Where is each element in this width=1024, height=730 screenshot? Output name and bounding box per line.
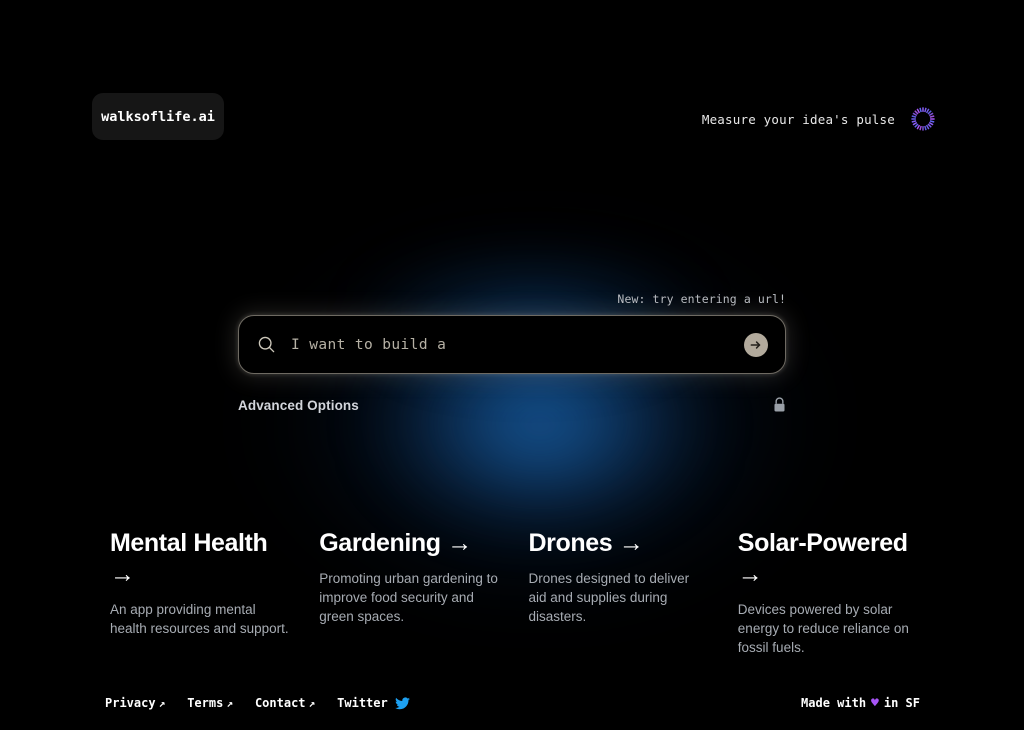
- advanced-options-row: Advanced Options: [238, 397, 786, 413]
- logo-badge[interactable]: walksoflife.ai: [92, 93, 224, 140]
- card-description: An app providing mental health resources…: [110, 602, 289, 637]
- made-with-suffix: in SF: [883, 696, 920, 710]
- arrow-right-icon: →: [618, 529, 644, 557]
- card-title: Gardening →: [319, 528, 498, 559]
- card-title-text: Drones: [528, 529, 613, 557]
- card-title: Solar-Powered →: [738, 528, 926, 590]
- suggestion-card[interactable]: Mental Health → An app providing mental …: [110, 528, 319, 657]
- submit-button[interactable]: [744, 332, 768, 357]
- logo-text: walksoflife.ai: [101, 108, 215, 125]
- tagline-text: Measure your idea's pulse: [701, 111, 895, 127]
- suggestion-cards: Mental Health → An app providing mental …: [110, 528, 926, 657]
- external-link-icon: ↗: [226, 696, 233, 710]
- new-feature-hint: New: try entering a url!: [617, 292, 786, 306]
- external-link-icon: ↗: [158, 696, 166, 710]
- made-with-prefix: Made with: [801, 696, 867, 710]
- pulse-burst-icon: [911, 107, 935, 131]
- suggestion-card[interactable]: Gardening → Promoting urban gardening to…: [319, 528, 528, 657]
- footer: Privacy ↗ Terms ↗ Contact ↗ Twitter Made…: [0, 690, 1024, 716]
- suggestion-card[interactable]: Drones → Drones designed to deliver aid …: [529, 528, 738, 657]
- footer-link-twitter[interactable]: Twitter: [337, 696, 410, 710]
- external-link-icon: ↗: [308, 696, 316, 710]
- card-title-text: Solar-Powered: [737, 529, 908, 557]
- advanced-options-button[interactable]: Advanced Options: [238, 398, 359, 413]
- footer-link-privacy[interactable]: Privacy ↗: [105, 696, 165, 710]
- card-description: Promoting urban gardening to improve foo…: [319, 571, 498, 625]
- card-title: Mental Health →: [110, 528, 289, 590]
- card-title-text: Mental Health: [110, 529, 268, 557]
- header: walksoflife.ai Measure your idea's pulse: [0, 0, 1024, 170]
- card-title-text: Gardening: [319, 529, 441, 557]
- card-description: Drones designed to deliver aid and suppl…: [528, 571, 690, 625]
- footer-link-label: Contact: [254, 696, 306, 710]
- card-title: Drones →: [529, 528, 708, 559]
- arrow-right-icon: →: [110, 560, 135, 588]
- tagline-group: Measure your idea's pulse: [702, 104, 938, 134]
- twitter-bird-icon: [394, 696, 410, 709]
- footer-link-label: Terms: [187, 696, 224, 710]
- suggestion-card[interactable]: Solar-Powered → Devices powered by solar…: [738, 528, 926, 657]
- hero-section: New: try entering a url! Advanced Option…: [238, 292, 786, 413]
- search-bar[interactable]: [238, 315, 786, 374]
- footer-links: Privacy ↗ Terms ↗ Contact ↗ Twitter: [105, 696, 410, 710]
- footer-link-label: Twitter: [337, 696, 388, 710]
- footer-link-contact[interactable]: Contact ↗: [255, 696, 315, 710]
- search-icon: [258, 336, 275, 353]
- footer-link-terms[interactable]: Terms ↗: [187, 696, 233, 710]
- made-with-credit: Made with ♥ in SF: [801, 696, 920, 711]
- card-description: Devices powered by solar energy to reduc…: [737, 602, 909, 656]
- footer-link-label: Privacy: [105, 696, 156, 710]
- lock-icon[interactable]: [773, 397, 786, 413]
- search-input[interactable]: [291, 336, 744, 353]
- arrow-right-icon: →: [737, 560, 763, 588]
- arrow-right-icon: →: [447, 529, 472, 557]
- heart-icon: ♥: [871, 695, 879, 711]
- arrow-right-icon: [750, 340, 761, 349]
